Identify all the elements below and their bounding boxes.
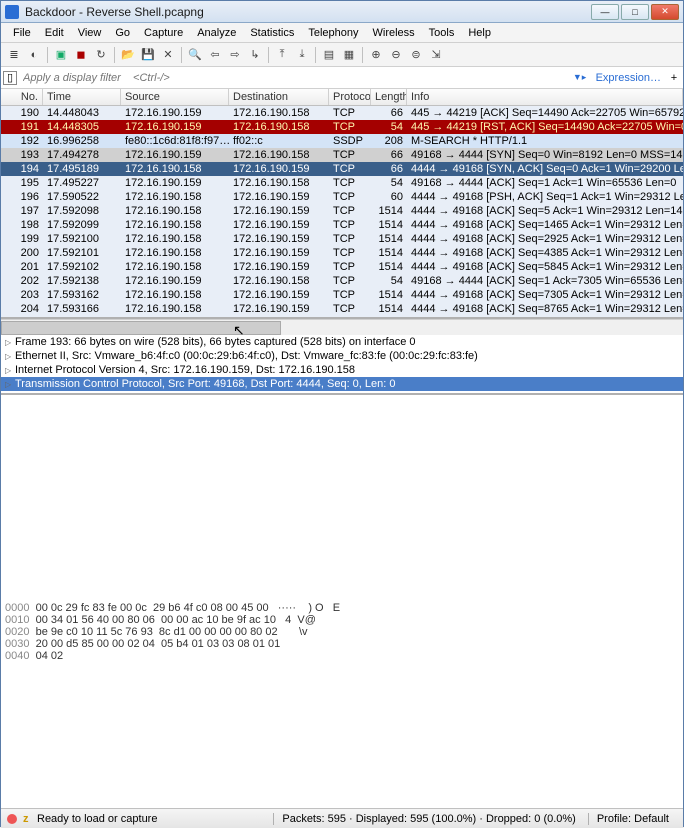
find-icon[interactable]: 🔍 <box>186 46 204 64</box>
menu-statistics[interactable]: Statistics <box>244 25 300 41</box>
packet-row[interactable]: 20117.592102172.16.190.158172.16.190.159… <box>1 260 683 274</box>
expand-icon[interactable]: ▷ <box>5 352 15 361</box>
packet-row[interactable]: 19817.592099172.16.190.158172.16.190.159… <box>1 218 683 232</box>
status-message: Ready to load or capture <box>37 813 269 825</box>
packet-row[interactable]: 19717.592098172.16.190.158172.16.190.159… <box>1 204 683 218</box>
menu-view[interactable]: View <box>72 25 108 41</box>
packet-row[interactable]: 20317.593162172.16.190.158172.16.190.159… <box>1 288 683 302</box>
hex-row[interactable]: 0030 20 00 d5 85 00 00 02 04 05 b4 01 03… <box>5 638 679 650</box>
last-packet-icon[interactable]: ⤓ <box>293 46 311 64</box>
status-packet-counts: Packets: 595 · Displayed: 595 (100.0%) ·… <box>273 813 583 825</box>
status-bar: z Ready to load or capture Packets: 595 … <box>1 808 683 828</box>
packet-row[interactable]: 19617.590522172.16.190.158172.16.190.159… <box>1 190 683 204</box>
resize-columns-icon[interactable]: ⇲ <box>427 46 445 64</box>
packet-row[interactable]: 20017.592101172.16.190.158172.16.190.159… <box>1 246 683 260</box>
packet-row[interactable]: 20217.592138172.16.190.159172.16.190.158… <box>1 274 683 288</box>
prev-icon[interactable]: ⇦ <box>206 46 224 64</box>
hex-row[interactable]: 0010 00 34 01 56 40 00 80 06 00 00 ac 10… <box>5 614 679 626</box>
capture-options-icon[interactable]: ◐ <box>25 46 43 64</box>
add-filter-button[interactable]: + <box>667 72 681 84</box>
col-no[interactable]: No. <box>1 89 43 105</box>
display-filter-input[interactable] <box>19 70 570 86</box>
colorize-icon[interactable]: ▦ <box>340 46 358 64</box>
col-time[interactable]: Time <box>43 89 121 105</box>
expand-icon[interactable]: ▷ <box>5 338 15 347</box>
stop-capture-icon[interactable]: ◼ <box>72 46 90 64</box>
close-button[interactable]: ✕ <box>651 4 679 20</box>
filter-dropdown-icon[interactable]: ▼▸ <box>570 72 590 83</box>
zoom-in-icon[interactable]: ⊕ <box>367 46 385 64</box>
zoom-out-icon[interactable]: ⊖ <box>387 46 405 64</box>
hex-row[interactable]: 0000 00 0c 29 fc 83 fe 00 0c 29 b6 4f c0… <box>5 602 679 614</box>
bookmark-filter-icon[interactable]: ▯ <box>3 71 17 85</box>
detail-row[interactable]: ▷Internet Protocol Version 4, Src: 172.1… <box>1 363 683 377</box>
next-icon[interactable]: ⇨ <box>226 46 244 64</box>
scrollbar-thumb[interactable] <box>1 321 281 335</box>
save-file-icon[interactable]: 💾 <box>139 46 157 64</box>
col-length[interactable]: Length <box>371 89 407 105</box>
restart-capture-icon[interactable]: ↻ <box>92 46 110 64</box>
start-capture-icon[interactable]: ▣ <box>52 46 70 64</box>
menu-telephony[interactable]: Telephony <box>302 25 364 41</box>
minimize-button[interactable]: — <box>591 4 619 20</box>
col-info[interactable]: Info <box>407 89 683 105</box>
col-protocol[interactable]: Protocol <box>329 89 371 105</box>
toolbar: ≣ ◐ ▣ ◼ ↻ 📂 💾 ✕ 🔍 ⇦ ⇨ ↳ ⤒ ⤓ ▤ ▦ ⊕ ⊖ ⊜ ⇲ <box>1 43 683 67</box>
detail-row[interactable]: ▷Ethernet II, Src: Vmware_b6:4f:c0 (00:0… <box>1 349 683 363</box>
window-title: Backdoor - Reverse Shell.pcapng <box>25 5 591 19</box>
menu-analyze[interactable]: Analyze <box>191 25 242 41</box>
display-filter-bar: ▯ ▼▸ Expression… + <box>1 67 683 89</box>
title-bar: Backdoor - Reverse Shell.pcapng — □ ✕ <box>1 1 683 23</box>
jump-icon[interactable]: ↳ <box>246 46 264 64</box>
packet-row[interactable]: 20417.593166172.16.190.158172.16.190.159… <box>1 302 683 316</box>
open-file-icon[interactable]: 📂 <box>119 46 137 64</box>
expand-icon[interactable]: ▷ <box>5 366 15 375</box>
interfaces-icon[interactable]: ≣ <box>5 46 23 64</box>
menu-file[interactable]: File <box>7 25 37 41</box>
packet-row[interactable]: 19317.494278172.16.190.159172.16.190.158… <box>1 148 683 162</box>
col-destination[interactable]: Destination <box>229 89 329 105</box>
packet-row[interactable]: 19917.592100172.16.190.158172.16.190.159… <box>1 232 683 246</box>
packet-row[interactable]: 19417.495189172.16.190.158172.16.190.159… <box>1 162 683 176</box>
packet-details-pane[interactable]: ▷Frame 193: 66 bytes on wire (528 bits),… <box>1 335 683 395</box>
packet-list-hscroll[interactable]: ↖ <box>1 319 683 335</box>
packet-row[interactable]: 19517.495227172.16.190.159172.16.190.158… <box>1 176 683 190</box>
packet-row[interactable]: 19216.996258fe80::1c6d:81f8:f97…ff02::cS… <box>1 134 683 148</box>
menu-go[interactable]: Go <box>109 25 136 41</box>
zoom-reset-icon[interactable]: ⊜ <box>407 46 425 64</box>
menu-wireless[interactable]: Wireless <box>367 25 421 41</box>
hex-row[interactable]: 0040 04 02 <box>5 650 679 662</box>
col-source[interactable]: Source <box>121 89 229 105</box>
app-icon <box>5 5 19 19</box>
status-profile[interactable]: Profile: Default <box>588 813 677 825</box>
expand-icon[interactable]: ▷ <box>5 380 15 389</box>
close-file-icon[interactable]: ✕ <box>159 46 177 64</box>
packet-bytes-pane[interactable]: 0000 00 0c 29 fc 83 fe 00 0c 29 b6 4f c0… <box>1 600 683 809</box>
expression-button[interactable]: Expression… <box>590 72 667 84</box>
maximize-button[interactable]: □ <box>621 4 649 20</box>
detail-row[interactable]: ▷Transmission Control Protocol, Src Port… <box>1 377 683 391</box>
expert-info-icon[interactable] <box>7 814 17 824</box>
autoscroll-icon[interactable]: ▤ <box>320 46 338 64</box>
hex-row[interactable]: 0020 be 9e c0 10 11 5c 76 93 8c d1 00 00… <box>5 626 679 638</box>
first-packet-icon[interactable]: ⤒ <box>273 46 291 64</box>
menu-edit[interactable]: Edit <box>39 25 70 41</box>
menu-capture[interactable]: Capture <box>138 25 189 41</box>
packet-row[interactable]: 19014.448043172.16.190.159172.16.190.158… <box>1 106 683 120</box>
packet-row[interactable]: 19114.448305172.16.190.159172.16.190.158… <box>1 120 683 134</box>
menu-bar: FileEditViewGoCaptureAnalyzeStatisticsTe… <box>1 23 683 43</box>
packet-list-header[interactable]: No. Time Source Destination Protocol Len… <box>1 89 683 106</box>
menu-tools[interactable]: Tools <box>423 25 461 41</box>
detail-row[interactable]: ▷Frame 193: 66 bytes on wire (528 bits),… <box>1 335 683 349</box>
menu-help[interactable]: Help <box>462 25 497 41</box>
details-empty-area <box>1 395 683 600</box>
capture-filter-icon[interactable]: z <box>23 813 33 825</box>
packet-list-pane[interactable]: No. Time Source Destination Protocol Len… <box>1 89 683 319</box>
